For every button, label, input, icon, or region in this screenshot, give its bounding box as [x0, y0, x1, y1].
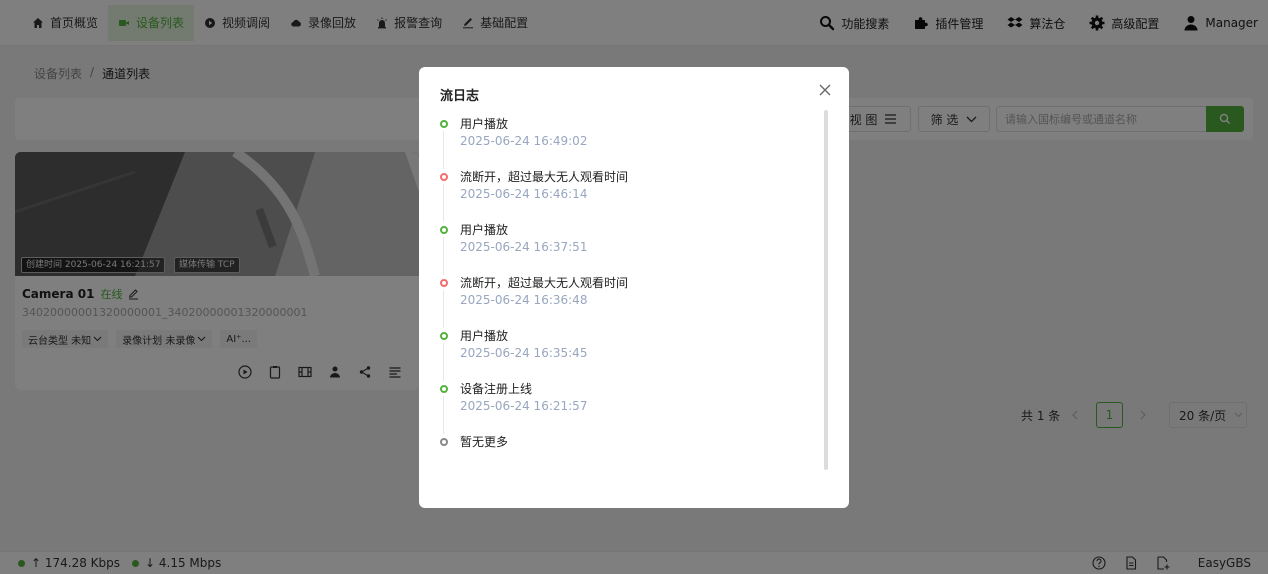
list-item: 设备注册上线 2025-06-24 16:21:57: [440, 380, 810, 434]
log-timeline: 用户播放 2025-06-24 16:49:02 流断开，超过最大无人观看时间 …: [440, 115, 810, 463]
log-text: 用户播放: [460, 329, 509, 343]
log-text: 流断开，超过最大无人观看时间: [460, 276, 629, 290]
status-dot-green: [440, 120, 448, 128]
log-time: 2025-06-24 16:49:02: [460, 134, 588, 148]
list-item: 用户播放 2025-06-24 16:35:45: [440, 327, 810, 381]
timeline-connector: [443, 396, 444, 434]
list-item: 暂无更多: [440, 433, 810, 463]
status-dot-red: [440, 173, 448, 181]
status-dot-green: [440, 332, 448, 340]
dialog-title: 流日志: [440, 89, 480, 104]
status-dot-green: [440, 385, 448, 393]
status-dot-green: [440, 226, 448, 234]
log-time: 2025-06-24 16:21:57: [460, 399, 588, 413]
log-text: 流断开，超过最大无人观看时间: [460, 170, 629, 184]
log-text: 用户播放: [460, 117, 509, 131]
close-icon[interactable]: [817, 82, 833, 98]
scrollbar-thumb[interactable]: [824, 110, 828, 470]
timeline-connector: [443, 237, 444, 275]
log-text: 用户播放: [460, 223, 509, 237]
log-time: 2025-06-24 16:35:45: [460, 346, 588, 360]
log-time: 2025-06-24 16:36:48: [460, 293, 588, 307]
timeline-connector: [443, 343, 444, 381]
log-text: 设备注册上线: [460, 382, 533, 396]
list-item: 用户播放 2025-06-24 16:37:51: [440, 221, 810, 275]
stream-log-dialog: 流日志 用户播放 2025-06-24 16:49:02 流断开，超过最大无人观…: [419, 67, 849, 508]
log-time: 2025-06-24 16:37:51: [460, 240, 588, 254]
list-item: 用户播放 2025-06-24 16:49:02: [440, 115, 810, 169]
list-item: 流断开，超过最大无人观看时间 2025-06-24 16:36:48: [440, 274, 810, 328]
timeline-connector: [443, 131, 444, 169]
no-more-text: 暂无更多: [460, 435, 509, 449]
status-dot-gray: [440, 438, 448, 446]
status-dot-red: [440, 279, 448, 287]
log-time: 2025-06-24 16:46:14: [460, 187, 588, 201]
timeline-connector: [443, 184, 444, 222]
list-item: 流断开，超过最大无人观看时间 2025-06-24 16:46:14: [440, 168, 810, 222]
timeline-connector: [443, 290, 444, 328]
